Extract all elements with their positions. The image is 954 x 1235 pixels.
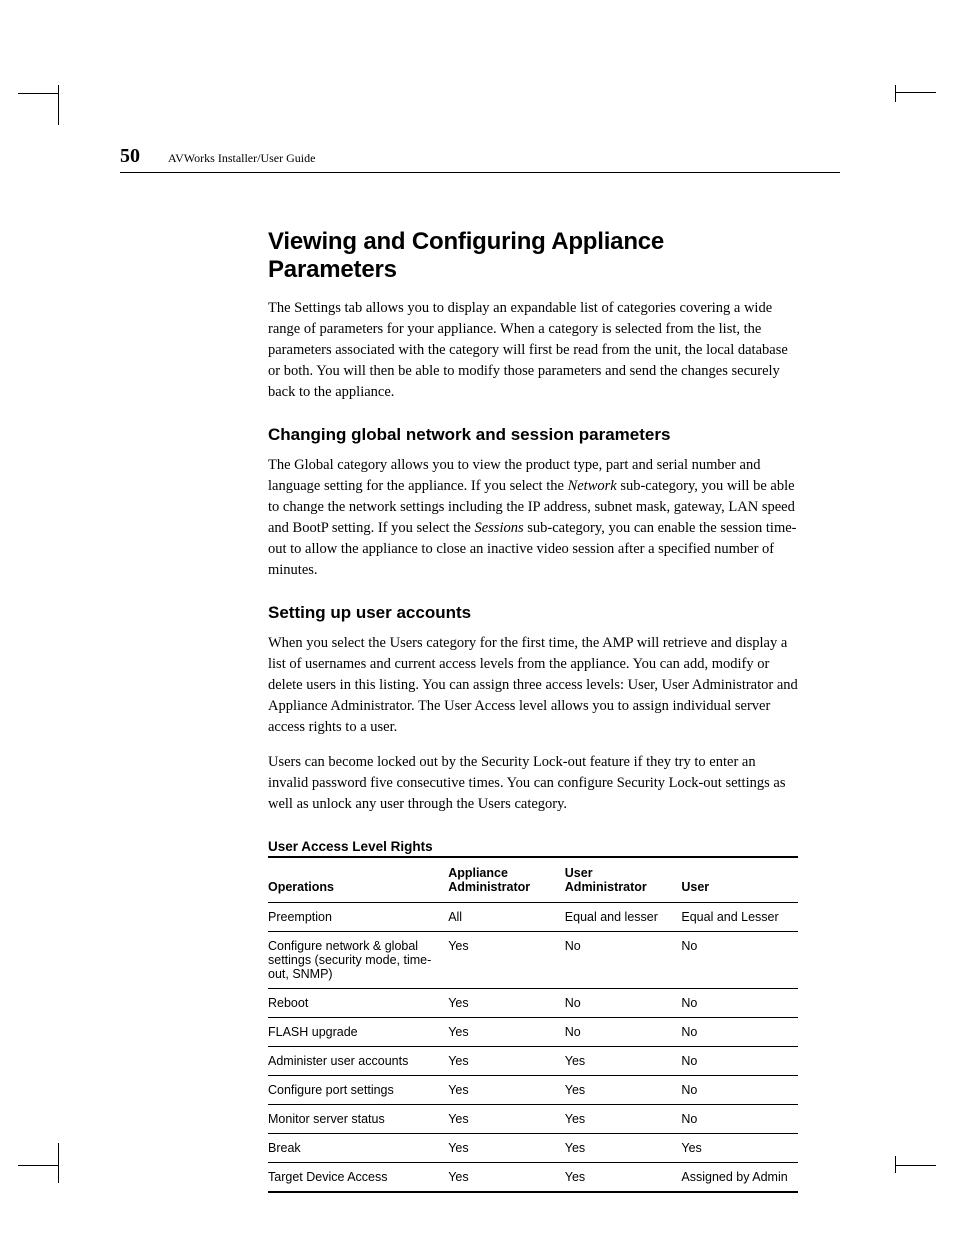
paragraph: When you select the Users category for t… xyxy=(268,633,798,738)
italic-text: Network xyxy=(568,478,617,494)
cell: Break xyxy=(268,1134,448,1163)
cell: Administer user accounts xyxy=(268,1047,448,1076)
cell: Yes xyxy=(448,1018,565,1047)
crop-mark xyxy=(895,85,896,102)
column-header: User xyxy=(681,857,798,903)
cell: No xyxy=(681,1076,798,1105)
table-row: Configure network & global settings (sec… xyxy=(268,932,798,989)
cell: Target Device Access xyxy=(268,1163,448,1193)
cell: No xyxy=(565,932,682,989)
column-header: Appliance Administrator xyxy=(448,857,565,903)
crop-mark xyxy=(896,1165,936,1166)
table-row: Reboot Yes No No xyxy=(268,989,798,1018)
table-body: Preemption All Equal and lesser Equal an… xyxy=(268,903,798,1193)
page-number: 50 xyxy=(120,145,140,168)
heading-1: Viewing and Configuring Appliance Parame… xyxy=(268,228,798,284)
page-header: 50 AVWorks Installer/User Guide xyxy=(120,145,840,173)
table-row: Configure port settings Yes Yes No xyxy=(268,1076,798,1105)
cell: FLASH upgrade xyxy=(268,1018,448,1047)
cell: Yes xyxy=(565,1076,682,1105)
page: 50 AVWorks Installer/User Guide Viewing … xyxy=(120,145,840,1193)
cell: Yes xyxy=(681,1134,798,1163)
cell: Yes xyxy=(565,1105,682,1134)
column-header: User Administrator xyxy=(565,857,682,903)
table-row: Target Device Access Yes Yes Assigned by… xyxy=(268,1163,798,1193)
cell: Yes xyxy=(448,1163,565,1193)
heading-2: Setting up user accounts xyxy=(268,603,798,623)
table-row: Administer user accounts Yes Yes No xyxy=(268,1047,798,1076)
column-header: Operations xyxy=(268,857,448,903)
cell: Yes xyxy=(448,1134,565,1163)
content: Viewing and Configuring Appliance Parame… xyxy=(268,228,798,1193)
cell: No xyxy=(681,1047,798,1076)
running-head: AVWorks Installer/User Guide xyxy=(168,151,315,166)
crop-mark xyxy=(58,1143,59,1183)
paragraph: The Settings tab allows you to display a… xyxy=(268,298,798,403)
cell: All xyxy=(448,903,565,932)
cell: No xyxy=(681,1018,798,1047)
cell: No xyxy=(681,989,798,1018)
crop-mark xyxy=(18,93,58,94)
table-row: Preemption All Equal and lesser Equal an… xyxy=(268,903,798,932)
cell: Yes xyxy=(448,989,565,1018)
cell: No xyxy=(681,932,798,989)
cell: Yes xyxy=(565,1047,682,1076)
crop-mark xyxy=(18,1165,58,1166)
table-row: Break Yes Yes Yes xyxy=(268,1134,798,1163)
cell: Yes xyxy=(448,1047,565,1076)
crop-mark xyxy=(895,1156,896,1173)
table-title: User Access Level Rights xyxy=(268,839,798,854)
cell: No xyxy=(565,1018,682,1047)
cell: No xyxy=(681,1105,798,1134)
cell: Yes xyxy=(448,1105,565,1134)
access-rights-table: Operations Appliance Administrator User … xyxy=(268,856,798,1193)
cell: Reboot xyxy=(268,989,448,1018)
cell: Monitor server status xyxy=(268,1105,448,1134)
table-row: FLASH upgrade Yes No No xyxy=(268,1018,798,1047)
cell: Yes xyxy=(448,1076,565,1105)
cell: Yes xyxy=(565,1163,682,1193)
cell: Yes xyxy=(448,932,565,989)
crop-mark xyxy=(58,85,59,125)
table-header-row: Operations Appliance Administrator User … xyxy=(268,857,798,903)
cell: Equal and lesser xyxy=(565,903,682,932)
cell: Preemption xyxy=(268,903,448,932)
paragraph: Users can become locked out by the Secur… xyxy=(268,752,798,815)
cell: Assigned by Admin xyxy=(681,1163,798,1193)
italic-text: Sessions xyxy=(474,520,523,536)
table-row: Monitor server status Yes Yes No xyxy=(268,1105,798,1134)
paragraph: The Global category allows you to view t… xyxy=(268,455,798,581)
cell: Equal and Lesser xyxy=(681,903,798,932)
cell: No xyxy=(565,989,682,1018)
heading-2: Changing global network and session para… xyxy=(268,425,798,445)
cell: Configure port settings xyxy=(268,1076,448,1105)
cell: Configure network & global settings (sec… xyxy=(268,932,448,989)
cell: Yes xyxy=(565,1134,682,1163)
crop-mark xyxy=(896,92,936,93)
